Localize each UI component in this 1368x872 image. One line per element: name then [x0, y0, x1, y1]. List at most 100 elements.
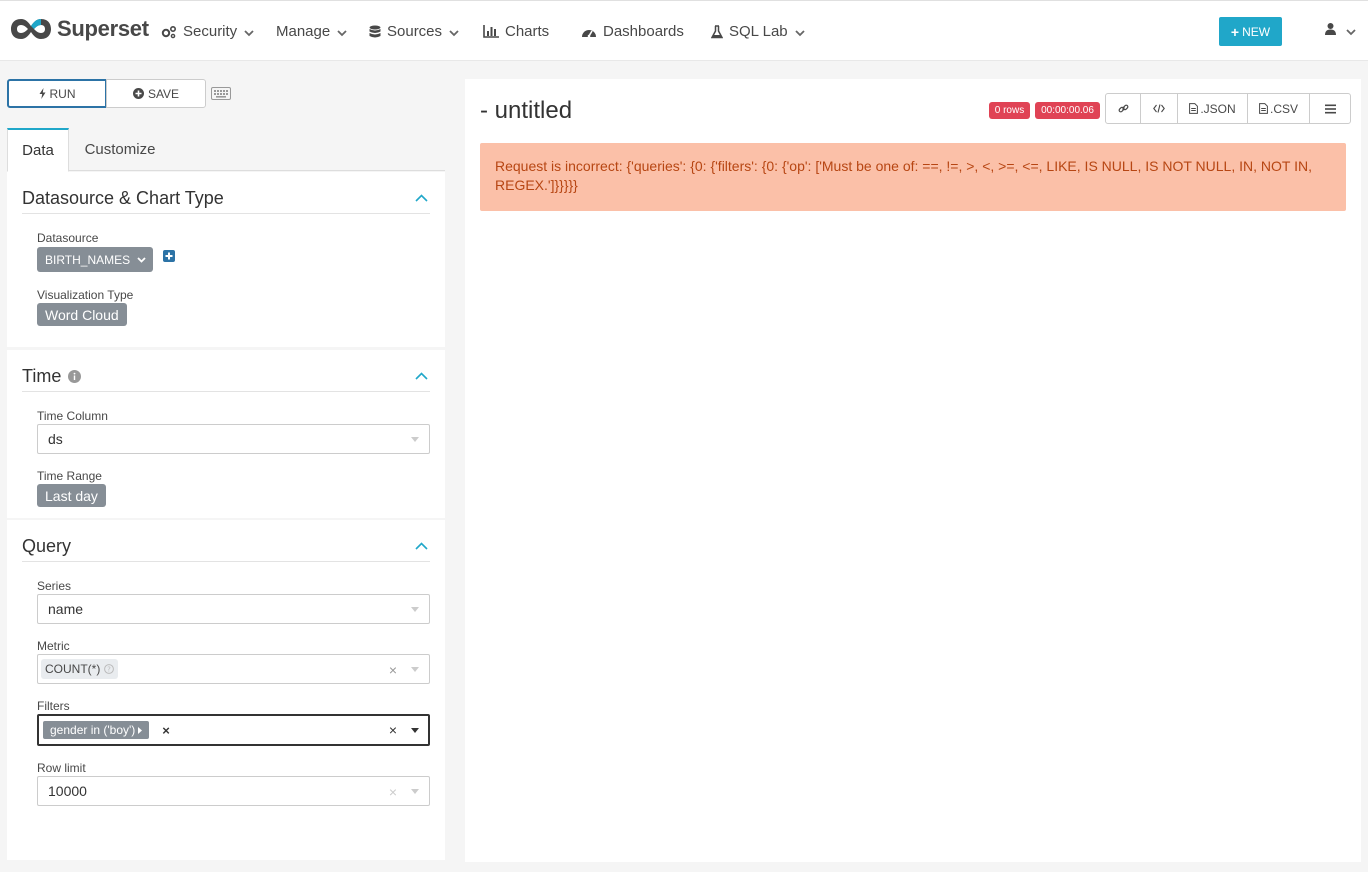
query-section: Query Series name Metric COUNT(*) ? × Fi… [7, 520, 445, 860]
user-icon [1325, 23, 1336, 38]
filters-select[interactable]: gender in ('boy') × × [37, 714, 430, 746]
bar-chart-icon [483, 25, 499, 38]
section-divider [22, 391, 430, 392]
filter-value: gender in ('boy') [50, 723, 136, 737]
embed-code-button[interactable] [1140, 93, 1178, 124]
datasource-section-title[interactable]: Datasource & Chart Type [22, 188, 224, 209]
metric-label: Metric [37, 639, 70, 653]
filters-label: Filters [37, 699, 70, 713]
database-icon [369, 25, 381, 39]
clear-icon[interactable]: × [389, 784, 397, 800]
more-menu-button[interactable] [1309, 93, 1351, 124]
metric-select[interactable]: COUNT(*) ? × [37, 654, 430, 684]
row-limit-value: 10000 [48, 783, 87, 799]
chevron-down-icon [1346, 28, 1356, 36]
nav-security[interactable]: Security [161, 1, 254, 62]
dashboard-icon [581, 26, 597, 38]
nav-security-label: Security [183, 23, 238, 40]
caret-down-icon [411, 728, 419, 733]
nav-sources-label: Sources [387, 23, 443, 40]
time-range-button[interactable]: Last day [37, 484, 106, 507]
time-column-label: Time Column [37, 409, 108, 423]
keyboard-icon[interactable] [211, 87, 231, 103]
caret-down-icon [411, 607, 419, 612]
remove-filter-icon[interactable]: × [162, 723, 170, 738]
chevron-up-icon[interactable] [415, 368, 428, 383]
flask-icon [711, 24, 723, 39]
query-section-title[interactable]: Query [22, 536, 71, 557]
brand-name: Superset [57, 16, 149, 41]
clear-icon[interactable]: × [389, 662, 397, 678]
chevron-down-icon [337, 29, 347, 37]
export-json-button[interactable]: .JSON [1177, 93, 1248, 124]
tab-data[interactable]: Data [7, 128, 69, 172]
control-tabs: Data Customize [7, 128, 445, 172]
tab-customize[interactable]: Customize [75, 128, 165, 171]
section-divider [22, 213, 430, 214]
datasource-section: Datasource & Chart Type Datasource BIRTH… [7, 172, 445, 347]
chart-panel: - untitled 0 rows 00:00:00.06 .JSON .CSV… [465, 79, 1361, 862]
caret-right-icon [138, 726, 143, 734]
time-range-label: Time Range [37, 469, 102, 483]
nav-sql-lab-label: SQL Lab [729, 23, 788, 40]
chevron-down-icon [449, 29, 459, 37]
export-json-label: .JSON [1200, 101, 1236, 116]
plus-circle-icon [132, 88, 144, 99]
viz-type-button[interactable]: Word Cloud [37, 303, 127, 326]
hamburger-icon [1324, 104, 1336, 114]
info-icon[interactable] [68, 370, 82, 383]
link-icon [1118, 103, 1129, 114]
cogs-icon [161, 25, 177, 39]
nav-manage[interactable]: Manage [276, 1, 347, 62]
superset-logo-icon [11, 19, 51, 39]
datasource-label: Datasource [37, 231, 99, 245]
metric-pill[interactable]: COUNT(*) ? [41, 659, 119, 679]
export-csv-button[interactable]: .CSV [1247, 93, 1310, 124]
nav-charts-label: Charts [505, 23, 550, 40]
chevron-up-icon[interactable] [415, 190, 428, 205]
add-datasource-icon[interactable] [163, 250, 175, 265]
file-icon [1259, 103, 1268, 114]
nav-charts[interactable]: Charts [483, 1, 549, 62]
time-section-header[interactable]: Time [22, 366, 82, 387]
series-select[interactable]: name [37, 594, 430, 624]
link-button[interactable] [1105, 93, 1141, 124]
viz-type-label: Visualization Type [37, 288, 134, 302]
run-button[interactable]: RUN [7, 79, 107, 108]
save-button-label: SAVE [147, 86, 180, 101]
rows-badge: 0 rows [989, 102, 1030, 119]
code-icon [1153, 104, 1165, 113]
row-limit-select[interactable]: 10000 × [37, 776, 430, 806]
nav-sql-lab[interactable]: SQL Lab [711, 1, 805, 62]
user-menu[interactable] [1325, 23, 1356, 38]
save-button[interactable]: SAVE [106, 79, 206, 108]
superset-logo[interactable]: Superset [9, 16, 149, 42]
bolt-icon [39, 88, 46, 99]
series-label: Series [37, 579, 72, 593]
time-column-select[interactable]: ds [37, 424, 430, 454]
chart-toolbar: .JSON .CSV [1105, 93, 1351, 124]
caret-down-icon [411, 437, 419, 442]
datasource-dropdown[interactable]: BIRTH_NAMES [37, 247, 153, 272]
nav-manage-label: Manage [276, 23, 331, 40]
error-alert: Request is incorrect: {'queries': {0: {'… [480, 143, 1346, 211]
plus-icon: + [1230, 23, 1240, 40]
chevron-down-icon [795, 29, 805, 37]
datasource-value: BIRTH_NAMES [45, 252, 131, 267]
chevron-down-icon [137, 256, 146, 263]
time-column-value: ds [48, 431, 63, 447]
nav-dashboards-label: Dashboards [603, 23, 684, 40]
section-divider [22, 561, 430, 562]
top-navbar: Superset Security Manage Sources Charts … [0, 0, 1368, 61]
chart-title[interactable]: - untitled [480, 97, 572, 125]
export-csv-label: .CSV [1269, 101, 1298, 116]
nav-sources[interactable]: Sources [369, 1, 459, 62]
question-icon: ? [104, 664, 115, 674]
run-button-label: RUN [49, 86, 76, 101]
new-button[interactable]: + NEW [1219, 17, 1282, 46]
chevron-up-icon[interactable] [415, 538, 428, 553]
caret-down-icon [411, 667, 419, 672]
clear-icon[interactable]: × [389, 722, 397, 738]
nav-dashboards[interactable]: Dashboards [581, 1, 684, 62]
filter-pill[interactable]: gender in ('boy') [43, 721, 150, 739]
